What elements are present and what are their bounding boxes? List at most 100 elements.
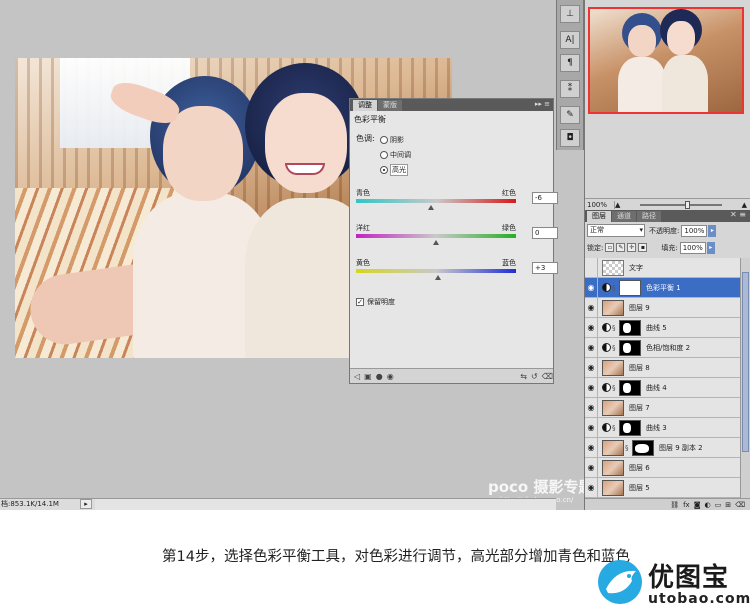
stamp-icon[interactable]: ⊥ [560, 5, 580, 23]
eye-visibility-icon[interactable]: ◉ [585, 337, 598, 358]
lock-position-icon[interactable]: ✛ [627, 243, 637, 252]
tab-adjustments[interactable]: 调整 [353, 100, 377, 111]
zoom-level[interactable]: 100% [585, 200, 615, 209]
expand-view-icon[interactable]: ▣ [364, 372, 372, 381]
layer-row[interactable]: ◉ 图层 9 [585, 297, 741, 318]
radio-shadows[interactable]: 阴影 [380, 133, 411, 146]
brush-icon[interactable]: ✎ [560, 106, 580, 124]
slider-value-yellow-blue[interactable]: +3 [532, 262, 558, 274]
eye-visibility-icon[interactable]: ◉ [585, 357, 598, 378]
layer-row[interactable]: ◉ 图层 6 [585, 457, 741, 478]
slider-value-cyan-red[interactable]: -6 [532, 192, 558, 204]
layer-row[interactable]: ◉ 图层 5 [585, 477, 741, 498]
layer-row[interactable]: ◉ 图层 8 [585, 357, 741, 378]
tab-paths[interactable]: 路径 [637, 211, 661, 222]
layer-mask-thumbnail[interactable] [632, 439, 654, 456]
new-layer-icon[interactable]: ⊞ [725, 501, 731, 509]
layers-scrollbar[interactable] [740, 258, 750, 498]
layer-mask-thumbnail[interactable] [619, 419, 641, 436]
layer-row[interactable]: ◉ § 曲线 5 [585, 317, 741, 338]
layer-thumbnail[interactable] [602, 439, 624, 456]
fill-input[interactable]: 100% [679, 241, 706, 254]
preserve-luminosity-checkbox[interactable]: ✓ 保留明度 [356, 297, 553, 307]
slider-thumb-magenta-green[interactable] [433, 240, 439, 245]
zoom-out-icon[interactable]: ▲ [615, 201, 620, 209]
eye-visibility-icon[interactable]: ◉ [585, 377, 598, 398]
reset-icon[interactable]: ↺ [531, 372, 538, 381]
eye-visibility-icon[interactable]: ◉ [585, 417, 598, 438]
horizontal-scrollbar[interactable] [95, 499, 556, 510]
lock-all-icon[interactable]: ▪ [638, 243, 648, 252]
delete-layer-icon[interactable]: ⌫ [735, 501, 745, 509]
new-adjustment-icon[interactable]: ◐ [704, 501, 710, 509]
layer-mask-thumbnail[interactable] [619, 379, 641, 396]
return-arrow-icon[interactable]: ◁ [354, 372, 360, 381]
zoom-knob[interactable] [685, 200, 691, 209]
paragraph-icon[interactable]: ¶ [560, 54, 580, 72]
layer-thumbnail[interactable] [602, 479, 624, 496]
eye-visibility-icon[interactable]: ◉ [585, 437, 598, 458]
mask-link-icon[interactable]: § [625, 444, 631, 452]
slider-track-magenta-green[interactable] [356, 234, 516, 238]
layer-thumbnail[interactable] [602, 459, 624, 476]
opacity-input[interactable]: 100% [681, 224, 708, 237]
layer-row[interactable]: ◉ § 曲线 3 [585, 417, 741, 438]
tab-channels[interactable]: 通道 [612, 211, 636, 222]
clip-layer-icon[interactable]: ● [376, 372, 383, 381]
lock-pixels-icon[interactable]: ✎ [616, 243, 626, 252]
layer-thumbnail[interactable] [602, 259, 624, 276]
layer-style-icon[interactable]: fx [683, 501, 690, 509]
opacity-arrow-icon[interactable]: ▸ [708, 224, 717, 237]
mask-link-icon[interactable]: § [612, 324, 618, 332]
slider-track-cyan-red[interactable] [356, 199, 516, 203]
slider-value-magenta-green[interactable]: 0 [532, 227, 558, 239]
panel-close-icon[interactable]: ✕ ≡ [730, 210, 746, 219]
view-previous-icon[interactable]: ⇆ [520, 372, 527, 381]
layer-mask-thumbnail[interactable] [619, 279, 641, 296]
panel-menu-icon[interactable]: ▸▸ ≡ [535, 100, 550, 108]
layer-row[interactable]: ◉ § 曲线 4 [585, 377, 741, 398]
mask-link-icon[interactable]: § [612, 284, 618, 292]
tab-layers[interactable]: 图层 [587, 211, 611, 222]
zoom-in-icon[interactable]: ▲ [742, 201, 750, 209]
slider-thumb-cyan-red[interactable] [428, 205, 435, 210]
layer-row[interactable]: 文字 [585, 258, 741, 278]
status-menu-arrow-icon[interactable]: ▸ [80, 499, 92, 509]
mask-icon[interactable]: ◘ [560, 129, 580, 147]
eye-visibility-icon[interactable]: ◉ [585, 477, 598, 498]
layer-mask-thumbnail[interactable] [619, 339, 641, 356]
scrollbar-thumb[interactable] [742, 272, 749, 452]
slider-thumb-yellow-blue[interactable] [435, 275, 442, 280]
layer-mask-thumbnail[interactable] [619, 319, 641, 336]
navigator-preview[interactable] [588, 7, 744, 114]
visibility-eye-icon[interactable]: ◉ [387, 372, 394, 381]
layer-thumbnail[interactable] [602, 299, 624, 316]
character-icon[interactable]: A| [560, 31, 580, 49]
radio-midtones[interactable]: 中间调 [380, 148, 411, 161]
lock-transparency-icon[interactable]: ▫ [605, 243, 615, 252]
new-group-icon[interactable]: ▭ [715, 501, 722, 509]
delete-trash-icon[interactable]: ⌫ [542, 372, 553, 381]
fill-arrow-icon[interactable]: ▸ [706, 241, 715, 254]
eye-visibility-icon[interactable]: ◉ [585, 397, 598, 418]
add-mask-icon[interactable]: ◙ [694, 501, 701, 509]
layer-thumbnail[interactable] [602, 359, 624, 376]
link-layers-icon[interactable]: ⛓ [670, 501, 679, 509]
layer-row[interactable]: ◉ § 色彩平衡 1 [585, 277, 741, 298]
slider-track-yellow-blue[interactable] [356, 269, 516, 273]
layer-row[interactable]: ◉ 图层 7 [585, 397, 741, 418]
eye-visibility-icon[interactable]: ◉ [585, 317, 598, 338]
clone-source-icon[interactable]: ⁑ [560, 80, 580, 98]
eye-visibility-icon[interactable]: ◉ [585, 457, 598, 478]
layer-row[interactable]: ◉ § 图层 9 副本 2 [585, 437, 741, 458]
eye-hidden-icon[interactable] [585, 258, 598, 278]
mask-link-icon[interactable]: § [612, 344, 618, 352]
layer-thumbnail[interactable] [602, 399, 624, 416]
eye-visibility-icon[interactable]: ◉ [585, 277, 598, 298]
tab-masks[interactable]: 蒙版 [378, 100, 402, 111]
radio-highlights[interactable]: 高光 [380, 163, 411, 176]
zoom-slider[interactable] [640, 200, 722, 209]
eye-visibility-icon[interactable]: ◉ [585, 297, 598, 318]
blend-mode-select[interactable]: 正常 ▾ [587, 224, 645, 237]
mask-link-icon[interactable]: § [612, 384, 618, 392]
